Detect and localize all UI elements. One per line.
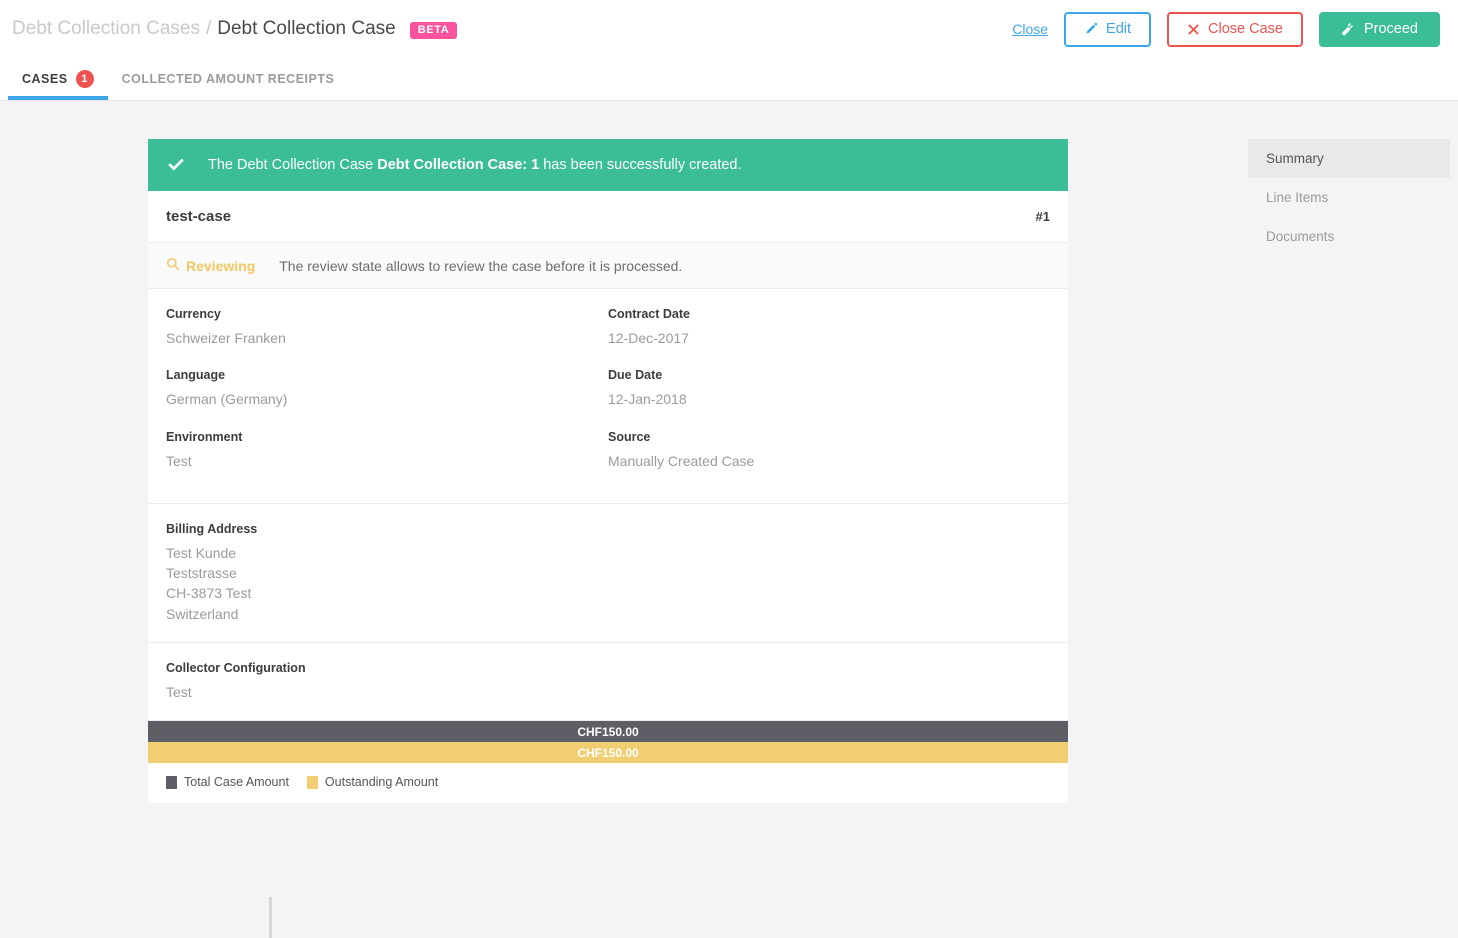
field-currency-value: Schweizer Franken: [166, 328, 608, 348]
billing-address-block: Billing Address Test Kunde Teststrasse C…: [148, 504, 1068, 643]
sidenav-item-line-items[interactable]: Line Items: [1248, 178, 1450, 217]
legend-swatch-total: [166, 776, 177, 789]
field-language-label: Language: [166, 368, 608, 382]
top-header: Debt Collection Cases / Debt Collection …: [0, 0, 1458, 58]
search-icon: [166, 257, 180, 274]
close-case-button[interactable]: Close Case: [1167, 12, 1303, 47]
success-banner: The Debt Collection Case Debt Collection…: [148, 139, 1068, 191]
beta-badge: BETA: [410, 22, 458, 39]
field-source: Source Manually Created Case: [608, 430, 1050, 489]
billing-address-value: Test Kunde Teststrasse CH-3873 Test Swit…: [166, 543, 1050, 624]
status-badge: Reviewing: [166, 257, 255, 274]
bar-outstanding-amount-label: CHF150.00: [577, 746, 638, 760]
case-state-row: Reviewing The review state allows to rev…: [148, 243, 1068, 289]
field-source-value: Manually Created Case: [608, 451, 1050, 471]
field-environment-value: Test: [166, 451, 608, 471]
collector-configuration-value: Test: [166, 682, 1050, 702]
breadcrumb-separator: /: [206, 18, 211, 40]
tab-cases[interactable]: CASES 1: [8, 58, 108, 100]
field-contract-date-label: Contract Date: [608, 307, 1050, 321]
sidenav-item-summary-label: Summary: [1266, 151, 1324, 166]
bar-total-case-amount: CHF150.00: [148, 721, 1068, 742]
success-banner-text: The Debt Collection Case Debt Collection…: [208, 157, 742, 173]
chart-legend: Total Case Amount Outstanding Amount: [148, 763, 1068, 789]
legend-item-total-case-amount: Total Case Amount: [166, 775, 289, 789]
tab-collected-amount-receipts[interactable]: COLLECTED AMOUNT RECEIPTS: [108, 58, 349, 100]
bar-total-case-amount-label: CHF150.00: [577, 725, 638, 739]
field-contract-date: Contract Date 12-Dec-2017: [608, 307, 1050, 366]
legend-label-total: Total Case Amount: [184, 775, 289, 789]
close-link[interactable]: Close: [1012, 21, 1048, 37]
banner-text-before: The Debt Collection Case: [208, 157, 377, 173]
billing-address-label: Billing Address: [166, 522, 1050, 536]
legend-swatch-outstanding: [307, 776, 318, 789]
pencil-icon: [1084, 22, 1098, 36]
case-state-name: Reviewing: [186, 258, 255, 274]
field-due-date-label: Due Date: [608, 368, 1050, 382]
timeline-line: [269, 897, 272, 938]
header-actions: Close Edit Close Case Pro: [1012, 12, 1440, 47]
page-title: Debt Collection Case: [217, 18, 395, 40]
banner-text-bold: Debt Collection Case: 1: [377, 157, 539, 173]
edit-button[interactable]: Edit: [1064, 12, 1151, 47]
collector-configuration-label: Collector Configuration: [166, 661, 1050, 675]
case-summary-card: test-case #1 Reviewing The review state …: [148, 191, 1068, 803]
proceed-button-label: Proceed: [1364, 21, 1418, 37]
field-due-date-value: 12-Jan-2018: [608, 389, 1050, 409]
breadcrumb-parent-link[interactable]: Debt Collection Cases: [12, 18, 200, 40]
field-contract-date-value: 12-Dec-2017: [608, 328, 1050, 348]
legend-label-outstanding: Outstanding Amount: [325, 775, 438, 789]
field-source-label: Source: [608, 430, 1050, 444]
section-nav: Summary Line Items Documents: [1248, 139, 1450, 256]
page-body: The Debt Collection Case Debt Collection…: [0, 101, 1458, 938]
field-currency: Currency Schweizer Franken: [166, 307, 608, 366]
field-due-date: Due Date 12-Jan-2018: [608, 368, 1050, 427]
field-currency-label: Currency: [166, 307, 608, 321]
check-icon: [166, 155, 190, 175]
case-card-header: test-case #1: [148, 191, 1068, 243]
case-number: #1: [1036, 209, 1050, 224]
amounts-bar-chart: CHF150.00 CHF150.00 Total Case Amount Ou…: [148, 721, 1068, 803]
tab-collected-amount-receipts-label: COLLECTED AMOUNT RECEIPTS: [122, 72, 335, 86]
field-environment: Environment Test: [166, 430, 608, 489]
sidenav-item-documents-label: Documents: [1266, 229, 1334, 244]
tab-cases-badge: 1: [76, 70, 94, 88]
breadcrumb: Debt Collection Cases / Debt Collection …: [12, 18, 457, 40]
sidenav-item-documents[interactable]: Documents: [1248, 217, 1450, 256]
tab-bar: CASES 1 COLLECTED AMOUNT RECEIPTS: [0, 58, 1458, 101]
banner-text-after: has been successfully created.: [539, 157, 741, 173]
bar-outstanding-amount: CHF150.00: [148, 742, 1068, 763]
sidenav-item-line-items-label: Line Items: [1266, 190, 1328, 205]
case-title: test-case: [166, 208, 231, 225]
close-case-button-label: Close Case: [1208, 21, 1283, 37]
legend-item-outstanding-amount: Outstanding Amount: [307, 775, 438, 789]
main-content-column: The Debt Collection Case Debt Collection…: [148, 139, 1068, 803]
case-state-description: The review state allows to review the ca…: [279, 258, 682, 274]
x-icon: [1187, 23, 1200, 36]
field-language-value: German (Germany): [166, 389, 608, 409]
field-environment-label: Environment: [166, 430, 608, 444]
gavel-icon: [1341, 22, 1356, 37]
collector-configuration-block: Collector Configuration Test: [148, 643, 1068, 721]
edit-button-label: Edit: [1106, 21, 1131, 37]
sidenav-item-summary[interactable]: Summary: [1248, 139, 1450, 178]
tab-cases-label: CASES: [22, 72, 68, 86]
proceed-button[interactable]: Proceed: [1319, 12, 1440, 47]
field-language: Language German (Germany): [166, 368, 608, 427]
case-fields-grid: Currency Schweizer Franken Contract Date…: [148, 289, 1068, 504]
